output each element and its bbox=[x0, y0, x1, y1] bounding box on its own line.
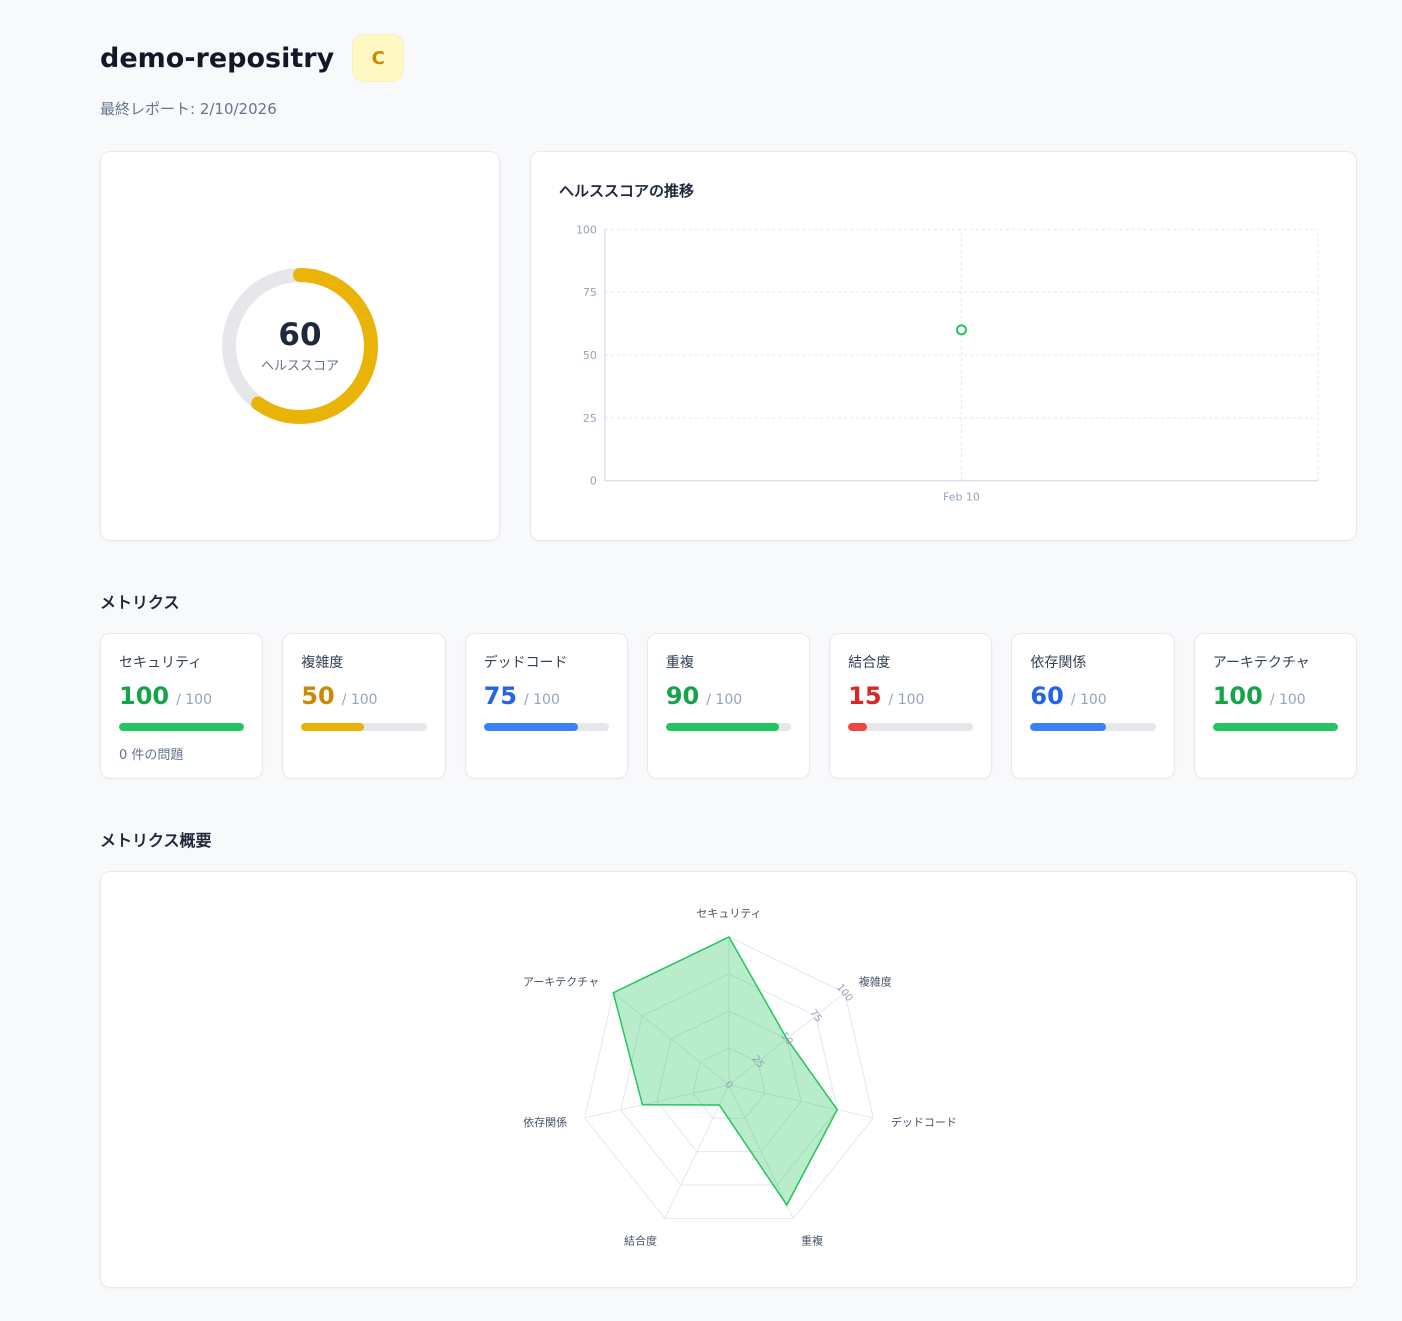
metric-progress-track bbox=[484, 723, 609, 731]
metric-score: 75 bbox=[484, 682, 517, 710]
metric-progress-track bbox=[119, 723, 244, 731]
radar-data-polygon bbox=[613, 937, 837, 1205]
health-score-gauge: 60 ヘルススコア bbox=[215, 261, 385, 431]
metric-label: 複雑度 bbox=[301, 652, 426, 672]
metric-card-security: セキュリティ 100 / 100 0 件の問題 bbox=[100, 633, 263, 779]
metric-value: 90 / 100 bbox=[666, 682, 791, 710]
metric-score: 90 bbox=[666, 682, 699, 710]
svg-text:75: 75 bbox=[583, 286, 597, 299]
svg-text:75: 75 bbox=[807, 1007, 824, 1024]
metric-denominator: / 100 bbox=[1071, 692, 1107, 708]
dashboard-page: demo-repositry C 最終レポート: 2/10/2026 60 ヘル… bbox=[0, 0, 1402, 1321]
svg-text:0: 0 bbox=[590, 475, 597, 488]
metrics-radar-chart: セキュリティ複雑度デッドコード重複結合度依存関係アーキテクチャ025507510… bbox=[279, 880, 1179, 1280]
metric-denominator: / 100 bbox=[1270, 692, 1306, 708]
metric-score: 50 bbox=[301, 682, 334, 710]
health-score-label: ヘルススコア bbox=[261, 355, 339, 374]
metric-progress-fill bbox=[848, 723, 867, 731]
metric-denominator: / 100 bbox=[524, 692, 560, 708]
svg-text:重複: 重複 bbox=[801, 1233, 823, 1247]
metric-label: アーキテクチャ bbox=[1213, 652, 1338, 672]
metric-label: 結合度 bbox=[848, 652, 973, 672]
metric-value: 100 / 100 bbox=[1213, 682, 1338, 710]
metric-progress-track bbox=[848, 723, 973, 731]
metric-score: 60 bbox=[1030, 682, 1063, 710]
overview-section-title: メトリクス概要 bbox=[100, 827, 1357, 851]
health-score-gauge-center: 60 ヘルススコア bbox=[215, 261, 385, 431]
svg-text:25: 25 bbox=[583, 412, 597, 425]
metric-progress-fill bbox=[484, 723, 578, 731]
metric-denominator: / 100 bbox=[889, 692, 925, 708]
metric-denominator: / 100 bbox=[176, 692, 212, 708]
svg-text:複雑度: 複雑度 bbox=[858, 974, 891, 988]
metric-value: 50 / 100 bbox=[301, 682, 426, 710]
metrics-row: セキュリティ 100 / 100 0 件の問題 複雑度 50 / 100 デッド… bbox=[100, 633, 1357, 779]
svg-text:依存関係: 依存関係 bbox=[523, 1114, 567, 1128]
metric-card-dead-code: デッドコード 75 / 100 bbox=[465, 633, 628, 779]
metric-progress-track bbox=[666, 723, 791, 731]
metric-label: 重複 bbox=[666, 652, 791, 672]
metric-progress-track bbox=[301, 723, 426, 731]
metric-progress-track bbox=[1030, 723, 1155, 731]
metric-progress-fill bbox=[119, 723, 244, 731]
health-score-value: 60 bbox=[278, 318, 321, 352]
metric-score: 100 bbox=[1213, 682, 1263, 710]
top-summary-row: 60 ヘルススコア ヘルススコアの推移 0 25 50 75 100 Feb 10 bbox=[100, 151, 1357, 541]
metric-progress-fill bbox=[1030, 723, 1105, 731]
metric-denominator: / 100 bbox=[706, 692, 742, 708]
svg-text:100: 100 bbox=[834, 982, 855, 1004]
health-trend-chart: 0 25 50 75 100 Feb 10 bbox=[559, 215, 1328, 515]
metric-score: 15 bbox=[848, 682, 881, 710]
metric-card-dependencies: 依存関係 60 / 100 bbox=[1011, 633, 1174, 779]
metric-progress-fill bbox=[1213, 723, 1338, 731]
metric-label: 依存関係 bbox=[1030, 652, 1155, 672]
metric-value: 60 / 100 bbox=[1030, 682, 1155, 710]
health-trend-card: ヘルススコアの推移 0 25 50 75 100 Feb 10 bbox=[530, 151, 1357, 541]
repo-header: demo-repositry C 最終レポート: 2/10/2026 bbox=[100, 34, 1357, 119]
trend-chart-title: ヘルススコアの推移 bbox=[559, 180, 1328, 201]
metric-progress-track bbox=[1213, 723, 1338, 731]
repo-title: demo-repositry bbox=[100, 43, 334, 74]
metric-progress-fill bbox=[301, 723, 364, 731]
metrics-section-title: メトリクス bbox=[100, 589, 1357, 613]
last-report-date: 最終レポート: 2/10/2026 bbox=[100, 98, 1357, 119]
metric-value: 100 / 100 bbox=[119, 682, 244, 710]
metric-label: セキュリティ bbox=[119, 652, 244, 672]
metrics-overview-card: セキュリティ複雑度デッドコード重複結合度依存関係アーキテクチャ025507510… bbox=[100, 871, 1357, 1288]
metric-card-complexity: 複雑度 50 / 100 bbox=[282, 633, 445, 779]
svg-text:デッドコード: デッドコード bbox=[890, 1114, 956, 1128]
svg-text:アーキテクチャ: アーキテクチャ bbox=[522, 975, 598, 988]
metric-value: 15 / 100 bbox=[848, 682, 973, 710]
metric-score: 100 bbox=[119, 682, 169, 710]
metric-card-coupling: 結合度 15 / 100 bbox=[829, 633, 992, 779]
svg-text:Feb 10: Feb 10 bbox=[943, 491, 980, 504]
metric-value: 75 / 100 bbox=[484, 682, 609, 710]
metric-progress-fill bbox=[666, 723, 779, 731]
metric-card-duplication: 重複 90 / 100 bbox=[647, 633, 810, 779]
svg-text:セキュリティ: セキュリティ bbox=[696, 907, 761, 920]
grade-badge: C bbox=[352, 34, 404, 82]
trend-data-point bbox=[957, 325, 966, 334]
metric-denominator: / 100 bbox=[342, 692, 378, 708]
metric-label: デッドコード bbox=[484, 652, 609, 672]
svg-text:50: 50 bbox=[583, 349, 597, 362]
svg-text:100: 100 bbox=[576, 223, 597, 236]
health-score-card: 60 ヘルススコア bbox=[100, 151, 500, 541]
metric-note: 0 件の問題 bbox=[119, 744, 244, 763]
svg-text:結合度: 結合度 bbox=[623, 1233, 656, 1247]
repo-title-row: demo-repositry C bbox=[100, 34, 1357, 82]
metric-card-architecture: アーキテクチャ 100 / 100 bbox=[1194, 633, 1357, 779]
